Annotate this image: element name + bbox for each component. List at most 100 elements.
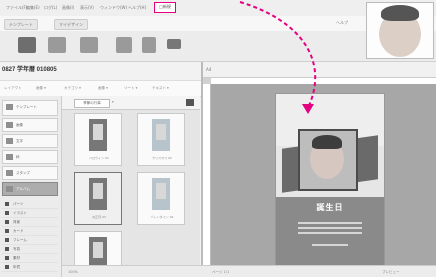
card-design[interactable]: 誕生日 (275, 93, 385, 269)
sidebar-item-stamp[interactable]: スタンプ (2, 166, 58, 180)
sidebar-item-label: テンプレート (16, 105, 37, 109)
template-thumbnail-selected[interactable]: お正月 03 (74, 172, 122, 225)
thumbnail-photo (93, 124, 103, 140)
thumbnail-photo (93, 183, 103, 199)
card-text-line (298, 222, 362, 224)
grid-view-icon[interactable] (186, 99, 194, 106)
page-title: 0827 学年暦 010805 (2, 67, 57, 73)
card-title[interactable]: 誕生日 (286, 202, 374, 213)
card-text-line (298, 232, 362, 234)
list-item[interactable]: パーツ (2, 200, 58, 209)
thumbnail-image (152, 119, 170, 151)
album-icon (6, 186, 13, 192)
preview-button[interactable]: プレビュー (382, 270, 400, 275)
list-item[interactable]: フレーム (2, 236, 58, 245)
people-icon[interactable] (80, 37, 98, 53)
template-thumb-icon (6, 104, 13, 110)
toolbar2-item[interactable]: カテゴリ ▾ (64, 86, 81, 91)
thumbnail-label: バレンタイン 04 (150, 215, 174, 219)
list-item[interactable]: 素材 (2, 254, 58, 263)
pen-icon[interactable] (142, 37, 156, 53)
sidebar-item-label: アルバム (16, 187, 30, 191)
ruler-vertical (203, 84, 211, 277)
list-item[interactable]: カード (2, 227, 58, 236)
frame-icon (6, 154, 13, 160)
sidebar-item-template[interactable]: テンプレート (2, 100, 58, 116)
list-item-label: 写真 (13, 247, 20, 251)
list-item[interactable]: 背景 (2, 218, 58, 227)
sidebar-item-image[interactable]: 画像 (2, 118, 58, 132)
category-icon (5, 202, 9, 206)
new-button[interactable]: □新規 (154, 2, 176, 13)
list-item[interactable]: イラスト (2, 209, 58, 218)
menu-edit[interactable]: 編集(E) (26, 5, 40, 11)
chevron-down-icon[interactable]: ▾ (112, 100, 114, 104)
menu-image[interactable]: 画像(I) (62, 5, 74, 11)
sidebar-item-label: 画像 (16, 123, 23, 127)
template-thumbnail[interactable]: ハロウィン 01 (74, 113, 122, 166)
toolbar2-item[interactable]: 画像 ▾ (98, 86, 108, 91)
menu-log[interactable]: ログ(L) (44, 5, 57, 11)
list-item[interactable]: 写真 (2, 245, 58, 254)
menu-view[interactable]: 表示(V) (80, 5, 94, 11)
list-item-label: カード (13, 229, 24, 233)
zoom-level[interactable]: 100% (68, 270, 78, 274)
category-icon (5, 238, 9, 242)
category-icon (5, 256, 9, 260)
hair-shape (381, 5, 419, 21)
text-icon (6, 138, 13, 144)
list-item-label: 年賀 (13, 265, 20, 269)
category-icon (5, 220, 9, 224)
toolbar2-item[interactable]: テキスト ▾ (152, 86, 169, 91)
thumbnail-photo (93, 242, 103, 258)
sidebar-item-text[interactable]: 文字 (2, 134, 58, 148)
page-indicator: ページ 1/1 (212, 270, 230, 274)
template-icon[interactable] (18, 37, 36, 53)
thumbnail-image (89, 237, 107, 267)
template-thumbnail[interactable]: クリスマス 02 (137, 113, 185, 166)
menu-file[interactable]: ファイル(F) (6, 5, 27, 11)
sidebar: テンプレート 画像 文字 枠 スタンプ アルバム パーツ イラスト 背景 カード… (0, 96, 62, 277)
panel-toolbar: レイアウト 画像 ▾ カテゴリ ▾ 画像 ▾ ソート ▾ テキスト ▾ (0, 80, 201, 97)
app-window: ファイル(F) 編集(E) ログ(L) 画像(I) 表示(V) ウィンドウ(W)… (0, 0, 436, 277)
sidebar-item-frame[interactable]: 枠 (2, 150, 58, 164)
thumbnail-image (152, 178, 170, 210)
category-icon (5, 247, 9, 251)
thumbnail-image (89, 119, 107, 151)
menu-help[interactable]: ヘルプ(H) (128, 5, 146, 11)
list-item-label: 背景 (13, 220, 20, 224)
list-item-label: パーツ (13, 202, 24, 206)
thumbnail-label: ハロウィン 01 (89, 156, 109, 160)
stamp-icon (6, 170, 13, 176)
thumbnail-image (89, 178, 107, 210)
category-icon (5, 211, 9, 215)
toolbar2-item[interactable]: 画像 ▾ (36, 86, 46, 91)
canvas-toolbar: A4 (203, 62, 436, 78)
help-link[interactable]: ヘルプ (336, 20, 348, 26)
image-icon (6, 122, 13, 128)
sidebar-item-label: 文字 (16, 139, 23, 143)
camera-icon[interactable] (167, 39, 181, 49)
canvas[interactable]: 誕生日 (211, 84, 436, 277)
list-item[interactable]: 年賀 (2, 263, 58, 272)
status-bar: 100% ページ 1/1 プレビュー (62, 265, 436, 277)
photo-preview (366, 2, 434, 59)
toolbar2-item[interactable]: レイアウト (4, 86, 22, 91)
menu-window[interactable]: ウィンドウ(W) (100, 5, 127, 11)
template-panel-header: 季節の行事 ▾ (62, 96, 200, 110)
category-dropdown[interactable]: 季節の行事 (74, 99, 110, 108)
page-size-label: A4 (206, 67, 212, 72)
canvas-pane: A4 誕生日 (203, 62, 436, 277)
tab-my-design[interactable]: マイデザイン (54, 19, 88, 30)
sidebar-item-album[interactable]: アルバム (2, 182, 58, 196)
sidebar-item-label: 枠 (16, 155, 20, 159)
baby-photo[interactable] (298, 129, 358, 191)
card-text-line (298, 227, 362, 229)
list-item-label: 素材 (13, 256, 20, 260)
thumbnail-photo (156, 124, 166, 140)
template-thumbnail[interactable]: バレンタイン 04 (137, 172, 185, 225)
folder-icon[interactable] (48, 37, 66, 53)
decorate-icon[interactable] (116, 37, 132, 53)
toolbar2-item[interactable]: ソート ▾ (124, 86, 137, 91)
tab-templates[interactable]: テンプレート (4, 19, 38, 30)
